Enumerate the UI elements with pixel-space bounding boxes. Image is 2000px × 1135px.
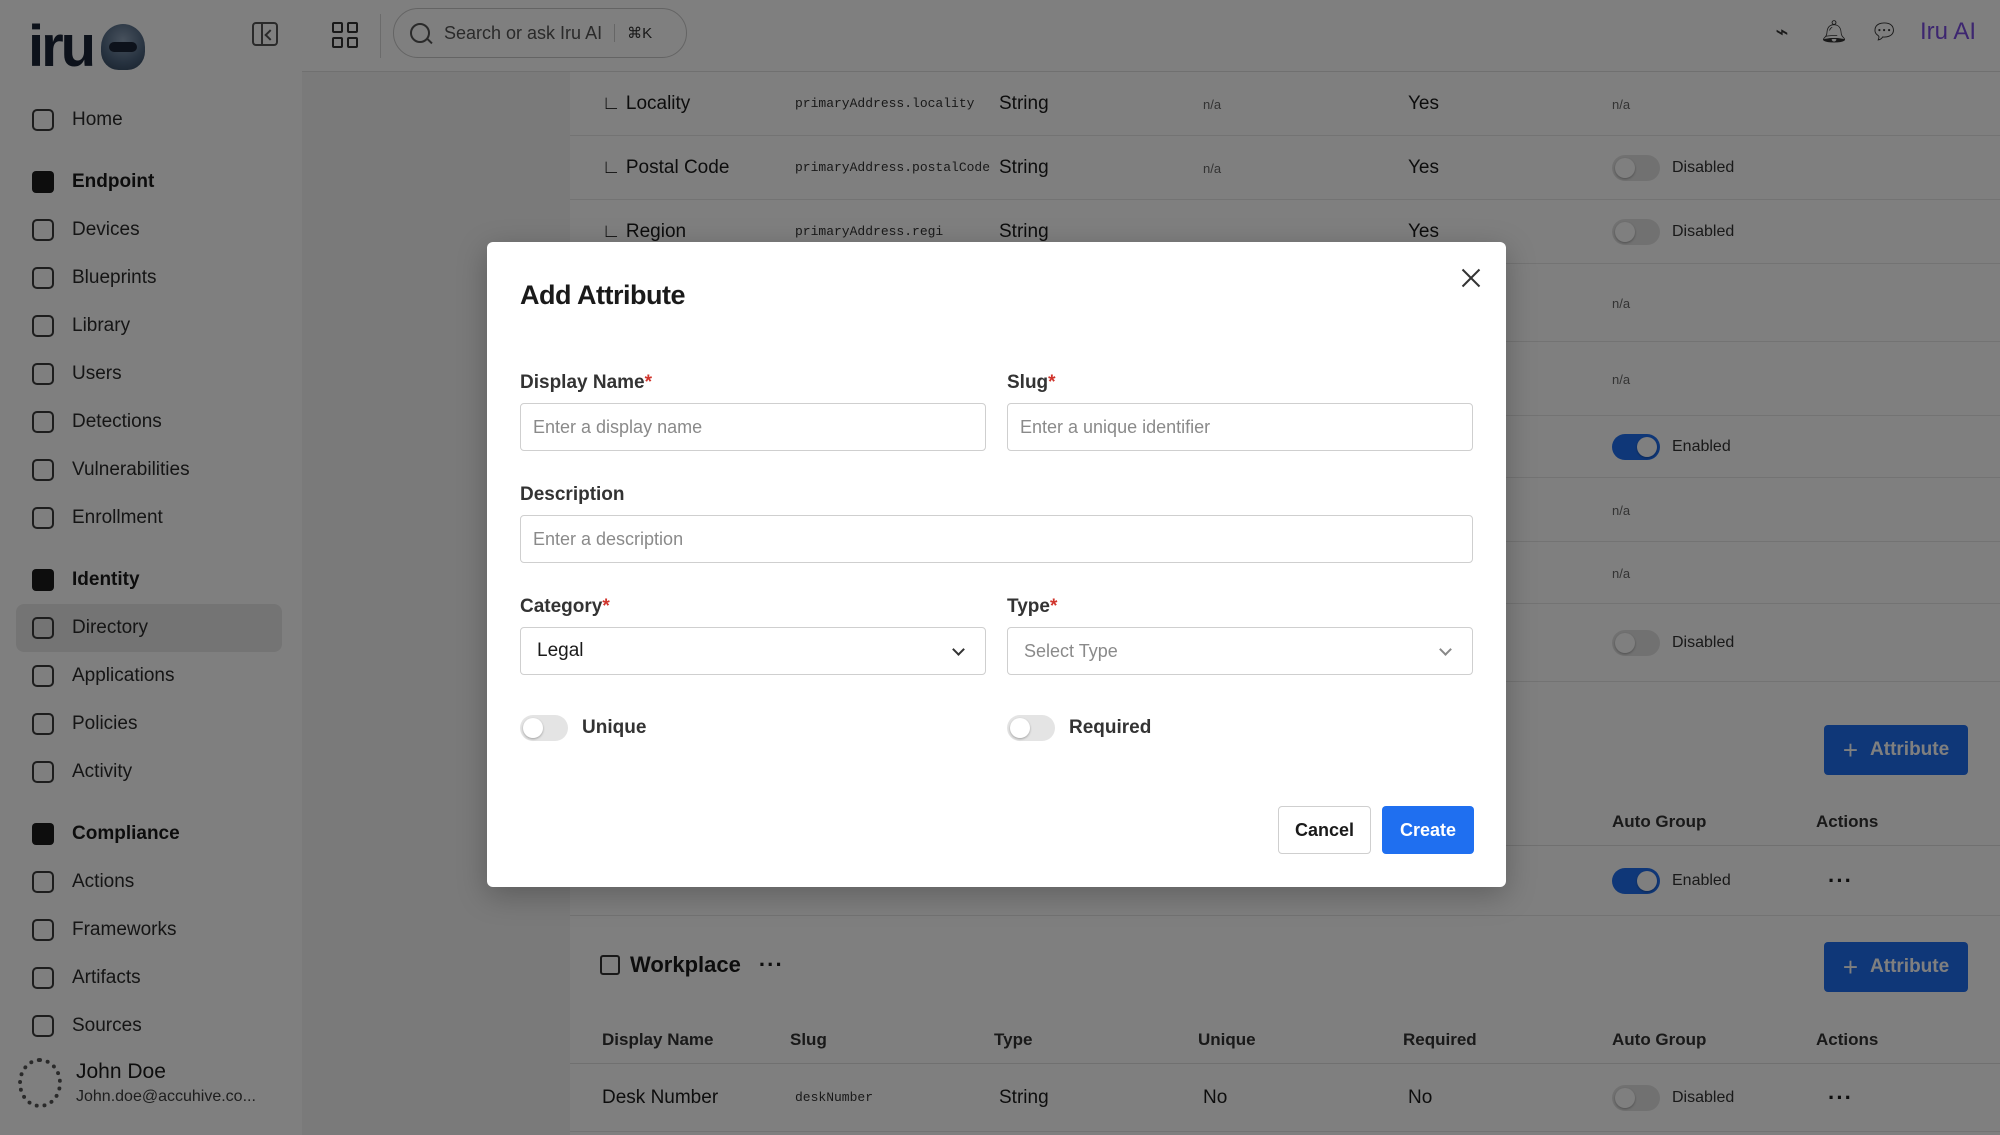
create-button[interactable]: Create	[1382, 806, 1474, 854]
unique-toggle-row: Unique	[520, 715, 646, 741]
cancel-button[interactable]: Cancel	[1278, 806, 1371, 854]
required-mark: *	[1048, 372, 1056, 393]
description-label: Description	[520, 484, 625, 505]
type-select[interactable]: Select Type	[1007, 627, 1473, 675]
label-text: Display Name	[520, 372, 645, 393]
required-label: Required	[1069, 717, 1152, 738]
slug-field[interactable]	[1007, 403, 1473, 451]
category-select[interactable]: Legal	[520, 627, 986, 675]
label-text: Type	[1007, 596, 1050, 617]
unique-toggle[interactable]	[520, 715, 568, 741]
required-mark: *	[1049, 596, 1058, 617]
label-text: Slug	[1007, 372, 1049, 393]
chevron-down-icon	[1439, 643, 1452, 656]
chevron-down-icon	[952, 643, 965, 656]
display-name-label: Display Name*	[520, 372, 652, 394]
slug-label: Slug*	[1007, 372, 1056, 394]
required-toggle-row: Required	[1007, 715, 1151, 741]
category-label: Category*	[520, 596, 610, 618]
display-name-field[interactable]	[520, 403, 986, 451]
required-toggle[interactable]	[1007, 715, 1055, 741]
label-text: Category	[520, 596, 603, 617]
type-label: Type*	[1007, 596, 1057, 618]
add-attribute-modal: Add Attribute Display Name* Slug* Descri…	[487, 242, 1506, 887]
required-mark: *	[602, 596, 610, 617]
type-placeholder: Select Type	[1024, 640, 1118, 661]
modal-title: Add Attribute	[520, 280, 685, 310]
unique-label: Unique	[582, 717, 647, 738]
description-field[interactable]	[520, 515, 1473, 563]
required-mark: *	[644, 372, 653, 393]
category-value: Legal	[537, 640, 584, 661]
close-icon[interactable]	[1457, 264, 1485, 292]
